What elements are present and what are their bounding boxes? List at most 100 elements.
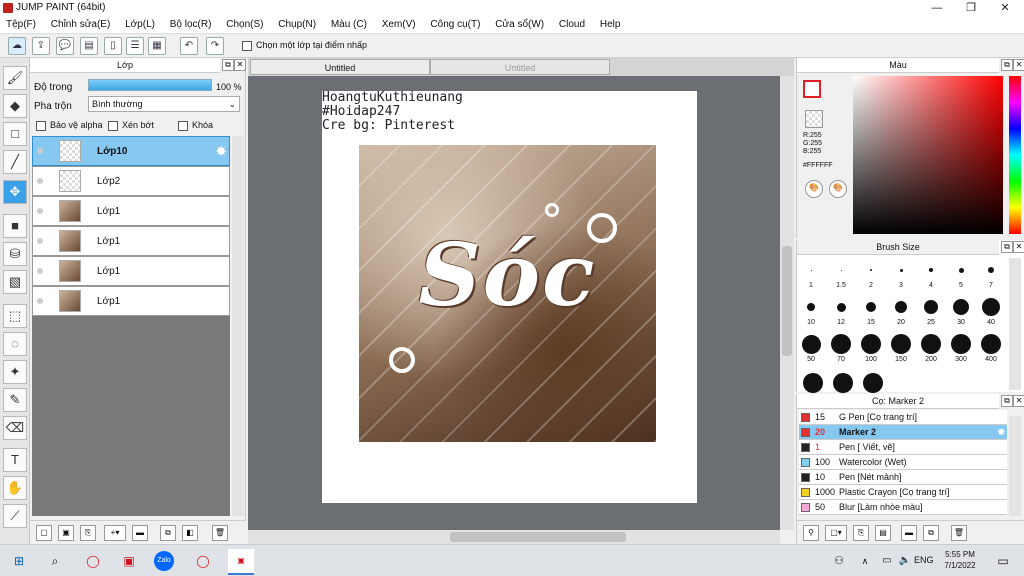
panel-float-icon[interactable]: ⧉: [1001, 395, 1013, 407]
tab-untitled-2[interactable]: Untitled: [430, 59, 610, 75]
folder-icon[interactable]: ▬: [901, 525, 917, 541]
brush-size-dot[interactable]: [866, 302, 876, 312]
sub-tool-item[interactable]: 10 Pen [Nét mảnh]: [799, 470, 1007, 485]
panel-close-icon[interactable]: ✕: [1013, 395, 1024, 407]
fill-rect-icon[interactable]: ■: [3, 214, 27, 238]
brush-size-dot[interactable]: [895, 301, 907, 313]
gear-icon[interactable]: ✸: [997, 425, 1005, 440]
move-icon[interactable]: ✥: [3, 180, 27, 204]
color-square[interactable]: [853, 76, 1003, 234]
vertical-scrollbar[interactable]: [780, 76, 794, 530]
line-icon[interactable]: ╱: [3, 150, 27, 174]
panel-icon[interactable]: ▤: [80, 37, 98, 55]
sub-tool-item[interactable]: 100 Watercolor (Wet): [799, 455, 1007, 470]
brush-size-dot[interactable]: [953, 299, 969, 315]
rect-icon[interactable]: □: [3, 122, 27, 146]
visibility-icon[interactable]: [37, 208, 43, 214]
text-icon[interactable]: T: [3, 448, 27, 472]
sub-tool-item[interactable]: 1 Pen [ Viết, vẽ]: [799, 440, 1007, 455]
brush-icon[interactable]: 🖌: [3, 66, 27, 90]
brush-stamp-icon[interactable]: ⚲: [803, 525, 819, 541]
menu-view[interactable]: Xem(V): [376, 16, 422, 34]
export-icon[interactable]: ⇪: [32, 37, 50, 55]
sub-tool-item[interactable]: 20 Marker 2 ✸: [799, 425, 1007, 440]
layer-row[interactable]: Lớp1: [32, 196, 230, 226]
opera-gx-icon[interactable]: ◯: [190, 549, 216, 573]
menu-window[interactable]: Cửa sổ(W): [489, 16, 550, 34]
layer-scrollbar[interactable]: [232, 136, 244, 516]
sub-tool-item[interactable]: 1000 Plastic Crayon [Cọ trang trí]: [799, 485, 1007, 500]
trash-icon[interactable]: 🗑: [212, 525, 228, 541]
gradient-icon[interactable]: ▧: [3, 270, 27, 294]
brush-size-dot[interactable]: [958, 267, 964, 273]
add-brush-menu-icon[interactable]: ▢▾: [825, 525, 847, 541]
sub-tool-scrollbar[interactable]: [1009, 416, 1021, 516]
brush-settings-icon[interactable]: ▤: [875, 525, 891, 541]
brush-size-dot[interactable]: [833, 373, 853, 393]
minimize-button[interactable]: —: [920, 0, 954, 16]
menu-file[interactable]: Tệp(F): [0, 16, 42, 34]
comment-icon[interactable]: 💬: [56, 37, 74, 55]
visibility-icon[interactable]: [37, 268, 43, 274]
magic-wand-icon[interactable]: ✦: [3, 360, 27, 384]
brush-size-dot[interactable]: [929, 268, 933, 272]
sub-tool-item[interactable]: 15 G Pen [Cọ trang trí]: [799, 410, 1007, 425]
menu-edit[interactable]: Chỉnh sửa(E): [45, 16, 117, 34]
eyedropper-icon[interactable]: ⟋: [3, 504, 27, 528]
select-pen-icon[interactable]: ✎: [3, 388, 27, 412]
vertical-scroll-thumb[interactable]: [782, 246, 792, 356]
brush-size-dot[interactable]: [803, 373, 823, 393]
add-layer-menu-icon[interactable]: +▾: [104, 525, 126, 541]
brush-size-dot[interactable]: [924, 300, 938, 314]
brush-size-dot[interactable]: [988, 267, 994, 273]
people-icon[interactable]: ⚇: [826, 549, 852, 573]
layer-option-icon[interactable]: ▣: [58, 525, 74, 541]
visibility-icon[interactable]: [37, 178, 43, 184]
panel-float-icon[interactable]: ⧉: [222, 59, 234, 71]
transparent-color[interactable]: [805, 110, 823, 128]
visibility-icon[interactable]: [37, 298, 43, 304]
opacity-slider[interactable]: [88, 79, 212, 91]
foreground-color[interactable]: [803, 80, 821, 98]
rect-select-icon[interactable]: ⬚: [3, 304, 27, 328]
mask-icon[interactable]: ◧: [182, 525, 198, 541]
brush-size-dot[interactable]: [921, 334, 941, 354]
clipping-option[interactable]: Xén bớt: [108, 120, 154, 131]
zalo-icon[interactable]: Zalo: [154, 551, 174, 571]
redo-icon[interactable]: ↷: [206, 37, 224, 55]
select-layer-option[interactable]: Chọn một lớp tại điểm nhấp: [242, 40, 367, 51]
tab-untitled-1[interactable]: Untitled: [250, 59, 430, 75]
brush-size-dot[interactable]: [899, 268, 903, 272]
lock-option[interactable]: Khóa: [178, 120, 213, 131]
list-icon[interactable]: ☰: [126, 37, 144, 55]
brush-size-dot[interactable]: [840, 269, 842, 271]
select-layer-checkbox[interactable]: [242, 40, 252, 51]
lasso-icon[interactable]: ◌: [3, 332, 27, 356]
trash-icon[interactable]: 🗑: [951, 525, 967, 541]
brush-scrollbar[interactable]: [1009, 258, 1021, 390]
brush-size-dot[interactable]: [891, 334, 911, 354]
brush-size-dot[interactable]: [801, 334, 821, 354]
menu-select[interactable]: Chọn(S): [220, 16, 269, 34]
clock[interactable]: 5:55 PM 7/1/2022: [942, 549, 978, 571]
brush-copy-icon[interactable]: ⎘: [853, 525, 869, 541]
horizontal-scroll-thumb[interactable]: [450, 532, 626, 542]
select-eraser-icon[interactable]: ⌫: [3, 416, 27, 440]
brush-size-dot[interactable]: [831, 334, 851, 354]
gear-icon[interactable]: ✸: [215, 143, 227, 160]
hue-slider[interactable]: [1009, 76, 1021, 234]
language-indicator[interactable]: ENG: [914, 555, 934, 565]
brush-size-dot[interactable]: [807, 303, 815, 311]
sub-tool-item[interactable]: 50 Blur [Làm nhòe màu]: [799, 500, 1007, 515]
layer-row[interactable]: Lớp10 ✸: [32, 136, 230, 166]
duplicate-icon[interactable]: ⧉: [923, 525, 939, 541]
menu-color[interactable]: Màu (C): [325, 16, 373, 34]
brush-size-dot[interactable]: [870, 269, 872, 271]
panel-close-icon[interactable]: ✕: [234, 59, 246, 71]
protect-alpha-option[interactable]: Bảo vệ alpha: [36, 120, 103, 131]
palette-edit-icon[interactable]: 🎨: [829, 180, 847, 198]
horizontal-scrollbar[interactable]: [248, 530, 780, 544]
layer-row[interactable]: Lớp2: [32, 166, 230, 196]
eraser-icon[interactable]: ◆: [3, 94, 27, 118]
panel-close-icon[interactable]: ✕: [1013, 59, 1024, 71]
